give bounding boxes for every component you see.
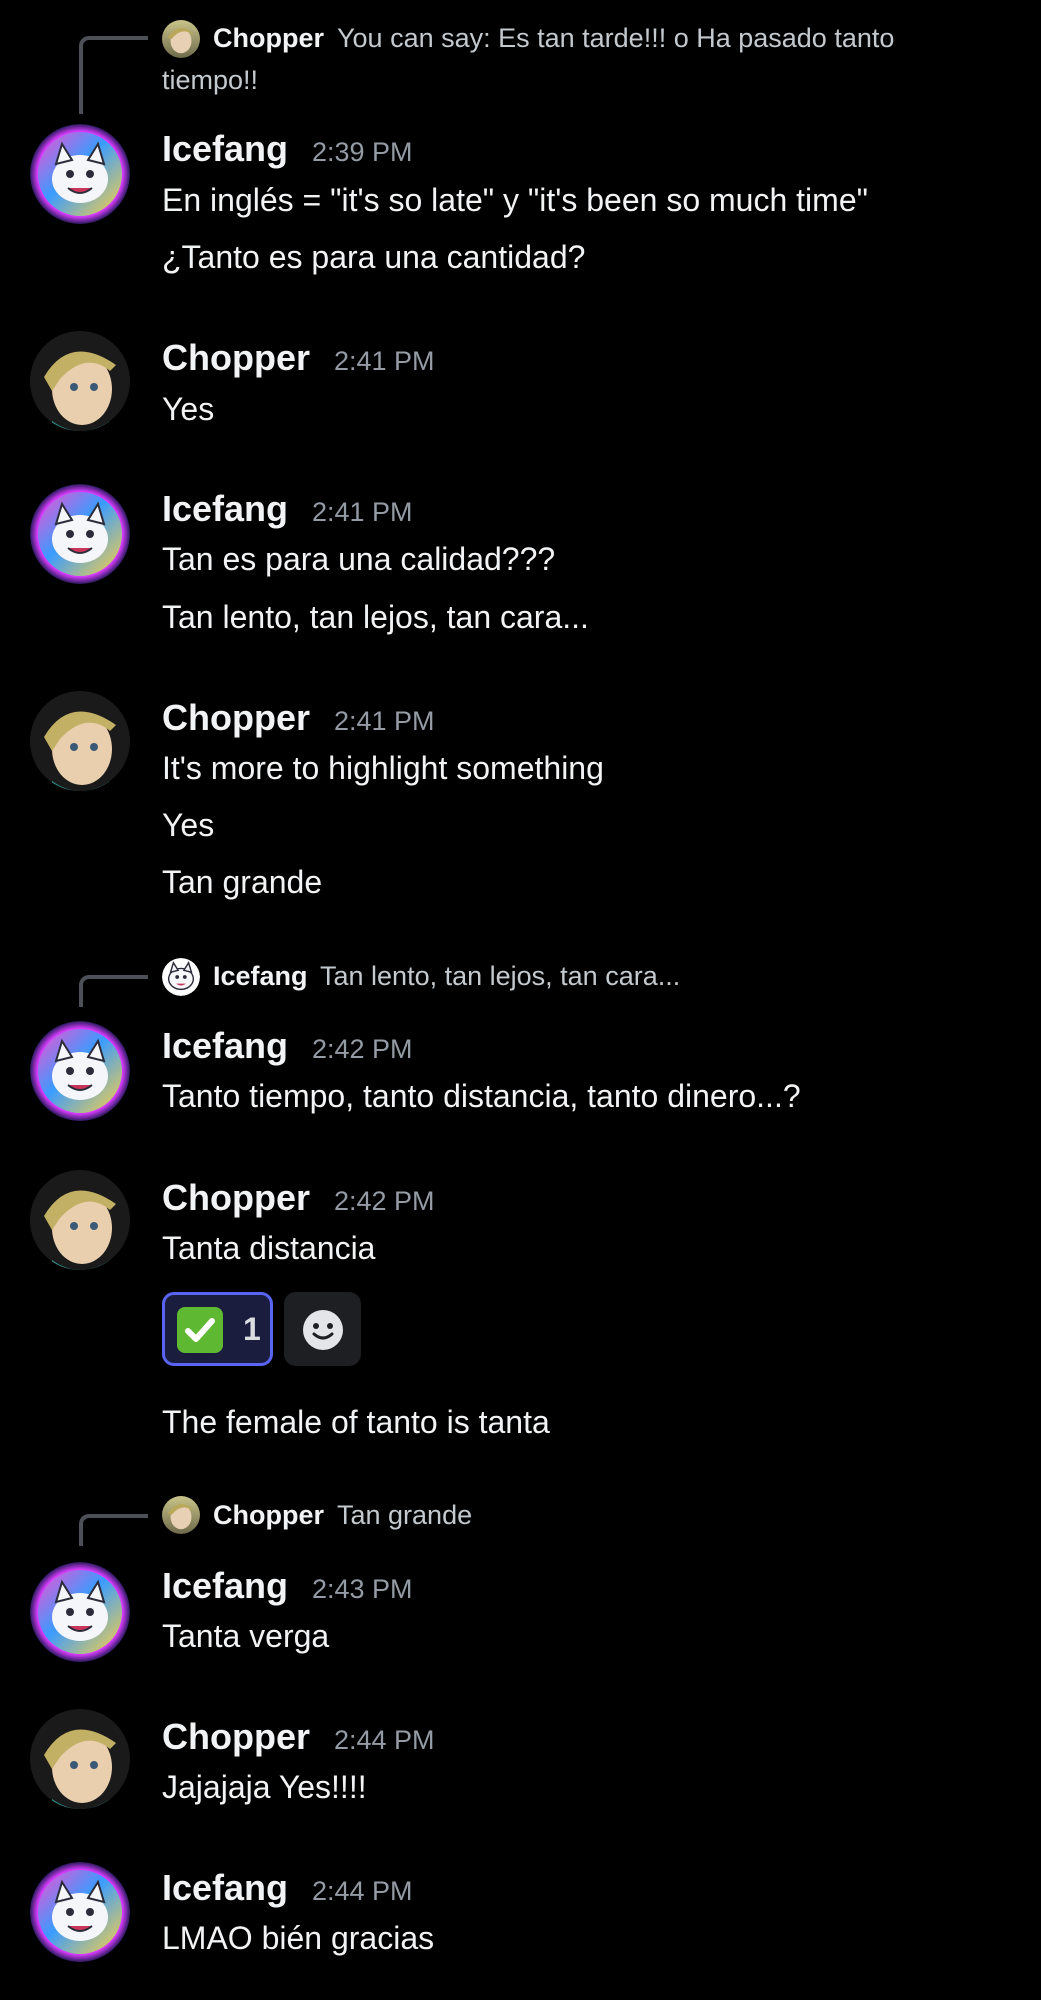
message-author[interactable]: Icefang <box>162 131 288 167</box>
reply-spine-icon <box>79 1514 148 1546</box>
message-author[interactable]: Icefang <box>162 1870 288 1906</box>
message-timestamp: 2:41 PM <box>334 346 435 376</box>
message-text: Yes <box>162 807 215 843</box>
reply-author[interactable]: Chopper <box>213 25 324 52</box>
reply-author[interactable]: Icefang <box>213 963 308 990</box>
avatar-icefang[interactable] <box>30 1562 130 1662</box>
reply-preview-text-continued[interactable]: tiempo!! <box>162 67 258 94</box>
add-reaction-smiley-icon <box>303 1310 343 1350</box>
message-text: En inglés = "it's so late" y "it's been … <box>162 182 868 218</box>
message-author[interactable]: Chopper <box>162 1180 310 1216</box>
reply-avatar-icefang[interactable] <box>162 958 200 996</box>
reply-preview-text[interactable]: You can say: Es tan tarde!!! o Ha pasado… <box>337 25 894 52</box>
reaction-check[interactable]: 1 <box>162 1292 273 1366</box>
message-text: Jajajaja Yes!!!! <box>162 1769 367 1805</box>
avatar-icefang[interactable] <box>30 1862 130 1962</box>
avatar-chopper[interactable] <box>30 1709 130 1809</box>
message-author[interactable]: Chopper <box>162 340 310 376</box>
reply-spine-icon <box>79 975 148 1007</box>
add-reaction-button[interactable] <box>284 1292 361 1366</box>
message-text: ¿Tanto es para una cantidad? <box>162 239 586 275</box>
white-check-mark-icon <box>177 1307 223 1353</box>
message-text: LMAO bién gracias <box>162 1920 435 1956</box>
message-text: Tan es para una calidad??? <box>162 541 556 577</box>
message-text: Tanta distancia <box>162 1230 376 1266</box>
reply-preview-text[interactable]: Tan lento, tan lejos, tan cara... <box>320 963 680 990</box>
message-text: Tan grande <box>162 864 323 900</box>
message-text: Tan lento, tan lejos, tan cara... <box>162 599 589 635</box>
avatar-chopper[interactable] <box>30 1170 130 1270</box>
message-author[interactable]: Chopper <box>162 700 310 736</box>
avatar-icefang[interactable] <box>30 124 130 224</box>
message-text: Tanto tiempo, tanto distancia, tanto din… <box>162 1078 801 1114</box>
message-timestamp: 2:41 PM <box>334 706 435 736</box>
reply-author[interactable]: Chopper <box>213 1502 324 1529</box>
reaction-count: 1 <box>243 1311 261 1347</box>
message-author[interactable]: Chopper <box>162 1719 310 1755</box>
message-author[interactable]: Icefang <box>162 1568 288 1604</box>
message-author[interactable]: Icefang <box>162 1028 288 1064</box>
message-timestamp: 2:42 PM <box>312 1034 413 1064</box>
message-text: The female of tanto is tanta <box>162 1404 550 1440</box>
message-timestamp: 2:44 PM <box>312 1876 413 1906</box>
avatar-icefang[interactable] <box>30 1021 130 1121</box>
message-timestamp: 2:42 PM <box>334 1186 435 1216</box>
message-timestamp: 2:44 PM <box>334 1725 435 1755</box>
avatar-icefang[interactable] <box>30 484 130 584</box>
reply-spine-icon <box>79 36 148 114</box>
message-text: Yes <box>162 391 215 427</box>
avatar-chopper[interactable] <box>30 691 130 791</box>
reply-avatar-chopper[interactable] <box>162 1496 200 1534</box>
message-author[interactable]: Icefang <box>162 491 288 527</box>
avatar-chopper[interactable] <box>30 331 130 431</box>
reply-avatar-chopper[interactable] <box>162 20 200 58</box>
reply-preview-text[interactable]: Tan grande <box>337 1502 472 1529</box>
message-timestamp: 2:43 PM <box>312 1574 413 1604</box>
message-text: Tanta verga <box>162 1618 330 1654</box>
message-text: It's more to highlight something <box>162 750 604 786</box>
message-timestamp: 2:41 PM <box>312 497 413 527</box>
message-timestamp: 2:39 PM <box>312 137 413 167</box>
